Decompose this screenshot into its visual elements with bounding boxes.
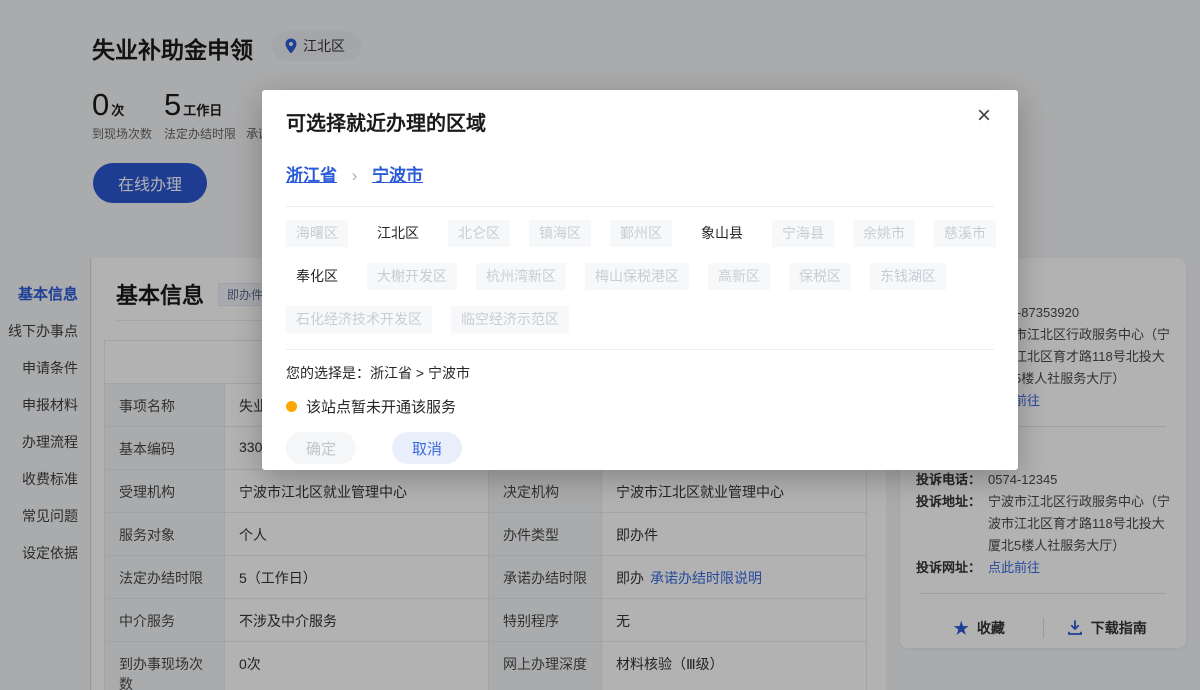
district-button: 东钱湖区: [870, 263, 946, 290]
close-icon[interactable]: ×: [970, 102, 998, 130]
district-button: 临空经济示范区: [451, 306, 569, 333]
district-row: 奉化区大榭开发区杭州湾新区梅山保税港区高新区保税区东钱湖区: [286, 263, 994, 290]
district-button: 镇海区: [529, 220, 591, 247]
district-button: 高新区: [708, 263, 770, 290]
district-button: 慈溪市: [934, 220, 996, 247]
district-button: 北仑区: [448, 220, 510, 247]
selection-label: 您的选择是：: [286, 365, 370, 381]
district-button: 海曙区: [286, 220, 348, 247]
modal-divider: [286, 349, 994, 350]
breadcrumb-city-link[interactable]: 宁波市: [372, 166, 423, 185]
district-button[interactable]: 江北区: [367, 220, 429, 247]
warning-dot-icon: [286, 401, 297, 412]
district-button: 保税区: [789, 263, 851, 290]
breadcrumb-province-link[interactable]: 浙江省: [286, 166, 337, 185]
breadcrumb-separator-icon: ›: [352, 166, 358, 185]
modal-divider: [286, 206, 994, 207]
district-button: 余姚市: [853, 220, 915, 247]
district-button: 梅山保税港区: [585, 263, 689, 290]
selection-summary: 您的选择是：浙江省 > 宁波市: [286, 363, 994, 383]
confirm-button[interactable]: 确定: [286, 432, 356, 464]
district-button: 鄞州区: [610, 220, 672, 247]
district-row: 石化经济技术开发区临空经济示范区: [286, 306, 994, 333]
selection-value: 浙江省 > 宁波市: [370, 365, 470, 381]
district-button[interactable]: 象山县: [691, 220, 753, 247]
page: 失业补助金申领 江北区 0次到现场次数5工作日法定办结时限承诺办结时限 在线办理…: [0, 0, 1200, 690]
cancel-button[interactable]: 取消: [392, 432, 462, 464]
district-button: 大榭开发区: [367, 263, 457, 290]
modal-title: 可选择就近办理的区域: [286, 90, 994, 136]
district-grid: 海曙区江北区北仑区镇海区鄞州区象山县宁海县余姚市慈溪市奉化区大榭开发区杭州湾新区…: [286, 220, 994, 333]
notice-text: 该站点暂未开通该服务: [306, 396, 456, 417]
region-select-modal: × 可选择就近办理的区域 浙江省 › 宁波市 海曙区江北区北仑区镇海区鄞州区象山…: [262, 90, 1018, 470]
district-button: 石化经济技术开发区: [286, 306, 432, 333]
district-row: 海曙区江北区北仑区镇海区鄞州区象山县宁海县余姚市慈溪市: [286, 220, 994, 247]
region-breadcrumb: 浙江省 › 宁波市: [286, 161, 994, 186]
district-button[interactable]: 奉化区: [286, 263, 348, 290]
district-button: 杭州湾新区: [476, 263, 566, 290]
service-notice: 该站点暂未开通该服务: [286, 396, 994, 417]
district-button: 宁海县: [772, 220, 834, 247]
